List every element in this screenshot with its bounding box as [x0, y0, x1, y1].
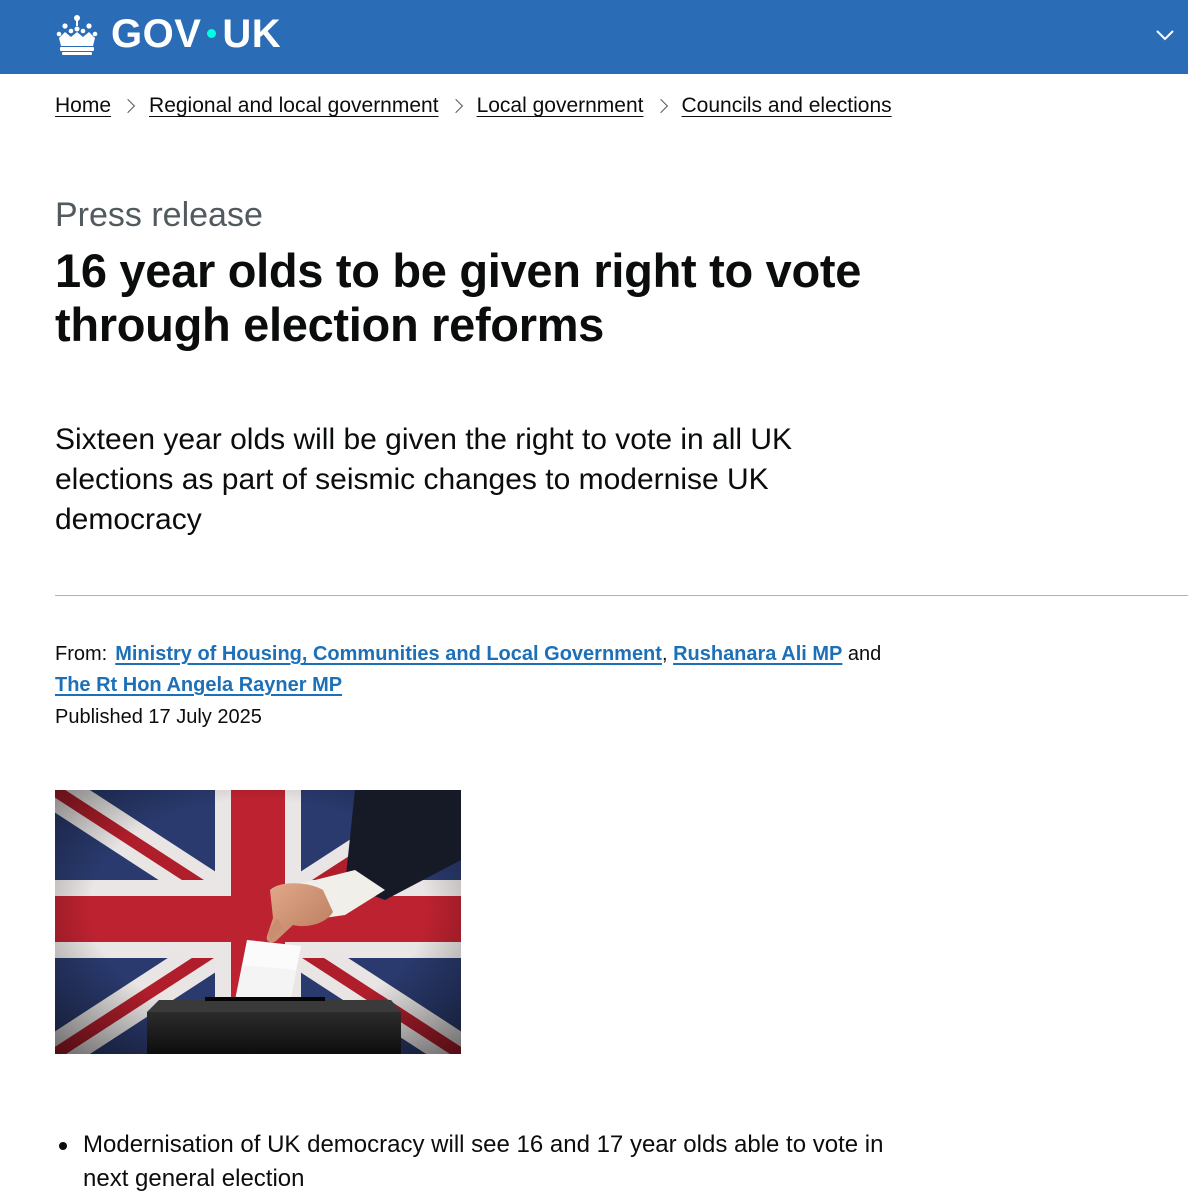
breadcrumb-separator-icon: [448, 98, 463, 114]
list-item: Modernisation of UK democracy will see 1…: [55, 1128, 915, 1196]
breadcrumb-separator-icon: [653, 98, 668, 114]
crown-icon: [56, 15, 98, 55]
logo-dot: [207, 28, 217, 38]
from-separator: ,: [661, 643, 668, 665]
org-link-rushanara-ali[interactable]: Rushanara Ali MP: [673, 643, 842, 665]
org-link-angela-rayner[interactable]: The Rt Hon Angela Rayner MP: [55, 674, 342, 696]
union-flag-ballot-image: [55, 790, 461, 1054]
logo-gov-text: GOV: [111, 12, 202, 56]
from-metadata: From: Ministry of Housing, Communities an…: [55, 639, 915, 701]
breadcrumb-local-government[interactable]: Local government: [477, 94, 644, 118]
chevron-down-icon[interactable]: [1150, 22, 1180, 48]
breadcrumb-separator-icon: [120, 98, 136, 114]
from-label: From:: [55, 643, 108, 665]
org-link-mhclg[interactable]: Ministry of Housing, Communities and Loc…: [115, 643, 662, 665]
hero-image: [55, 790, 461, 1054]
bullet-text: Modernisation of UK democracy will see 1…: [83, 1131, 884, 1192]
summary-bullet-list: Modernisation of UK democracy will see 1…: [55, 1128, 915, 1196]
page-caption: Press release: [55, 196, 263, 234]
page-title: 16 year olds to be given right to vote t…: [55, 244, 862, 351]
from-and: and: [847, 643, 882, 665]
site-header: GOV UK: [0, 0, 1188, 74]
logo-uk-text: UK: [222, 12, 282, 56]
breadcrumb-regional-local-government[interactable]: Regional and local government: [149, 94, 439, 118]
breadcrumb: Home Regional and local government Local…: [55, 94, 892, 118]
govuk-logo-link[interactable]: GOV UK: [55, 8, 281, 60]
breadcrumb-home[interactable]: Home: [55, 94, 111, 118]
lead-paragraph: Sixteen year olds will be given the righ…: [55, 423, 793, 536]
published-date: Published 17 July 2025: [55, 706, 262, 728]
section-divider: [55, 595, 1188, 596]
govuk-logo-text: GOV UK: [111, 8, 281, 60]
bullet-icon: [59, 1142, 67, 1150]
breadcrumb-councils-elections[interactable]: Councils and elections: [682, 94, 892, 118]
